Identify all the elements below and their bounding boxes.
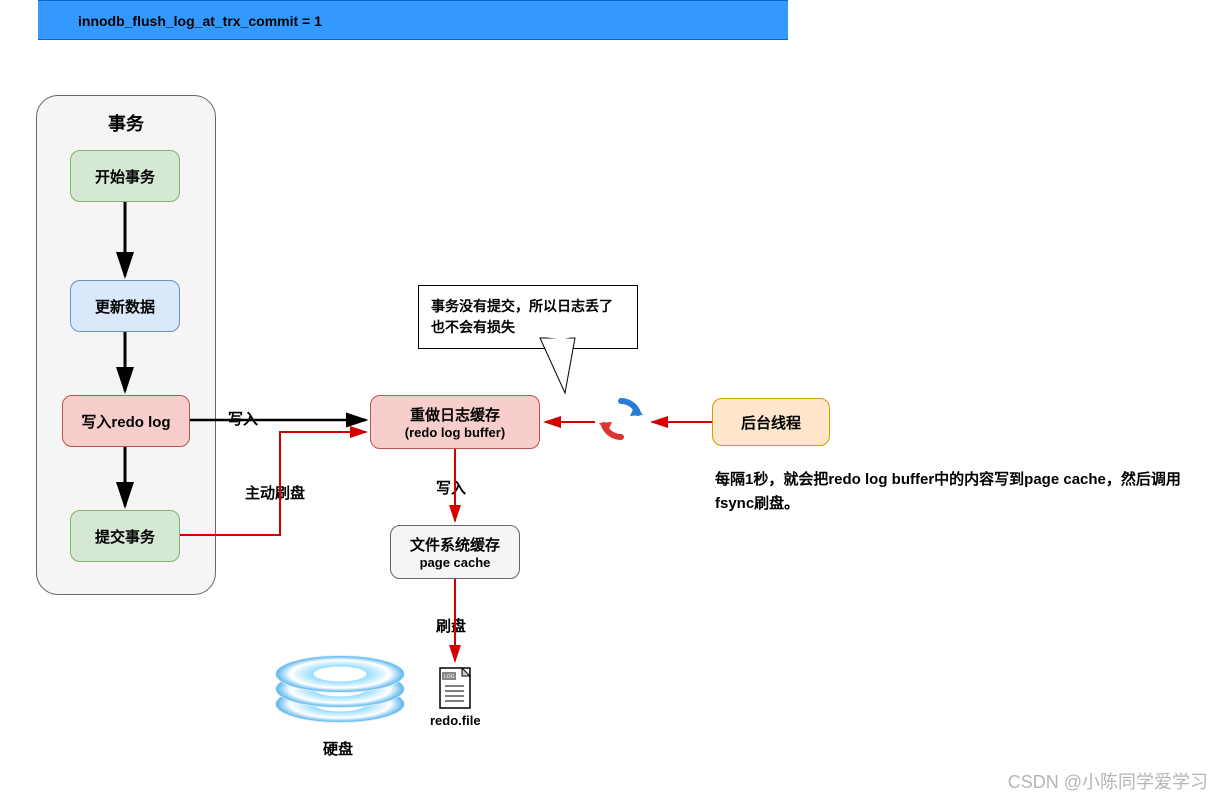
- edge-active-flush: 主动刷盘: [245, 482, 305, 503]
- redo-buffer-l1: 重做日志缓存: [410, 404, 500, 425]
- callout: 事务没有提交，所以日志丢了也不会有损失: [418, 285, 638, 349]
- bg-desc: 每隔1秒，就会把redo log buffer中的内容写到page cache，…: [715, 468, 1205, 516]
- header-bar: innodb_flush_log_at_trx_commit = 1: [38, 0, 788, 40]
- node-begin: 开始事务: [70, 150, 180, 202]
- tx-group-title: 事务: [37, 110, 215, 136]
- page-cache-l1: 文件系统缓存: [410, 534, 500, 555]
- disk-label: 硬盘: [323, 738, 353, 759]
- node-commit: 提交事务: [70, 510, 180, 562]
- edge-flush-disk: 刷盘: [436, 615, 466, 636]
- edge-write-in2: 写入: [436, 477, 466, 498]
- edge-write-in: 写入: [228, 408, 258, 429]
- watermark: CSDN @小陈同学爱学习: [1008, 768, 1208, 794]
- node-update: 更新数据: [70, 280, 180, 332]
- svg-text:LOG: LOG: [444, 674, 455, 680]
- node-page-cache: 文件系统缓存 page cache: [390, 525, 520, 579]
- file-label: redo.file: [430, 713, 481, 728]
- node-bg-thread: 后台线程: [712, 398, 830, 446]
- refresh-icon: [597, 395, 645, 443]
- node-write-redo: 写入redo log: [62, 395, 190, 447]
- file-icon: LOG: [438, 666, 474, 710]
- page-cache-l2: page cache: [420, 555, 491, 570]
- node-redo-buffer: 重做日志缓存 (redo log buffer): [370, 395, 540, 449]
- redo-buffer-l2: (redo log buffer): [405, 425, 505, 440]
